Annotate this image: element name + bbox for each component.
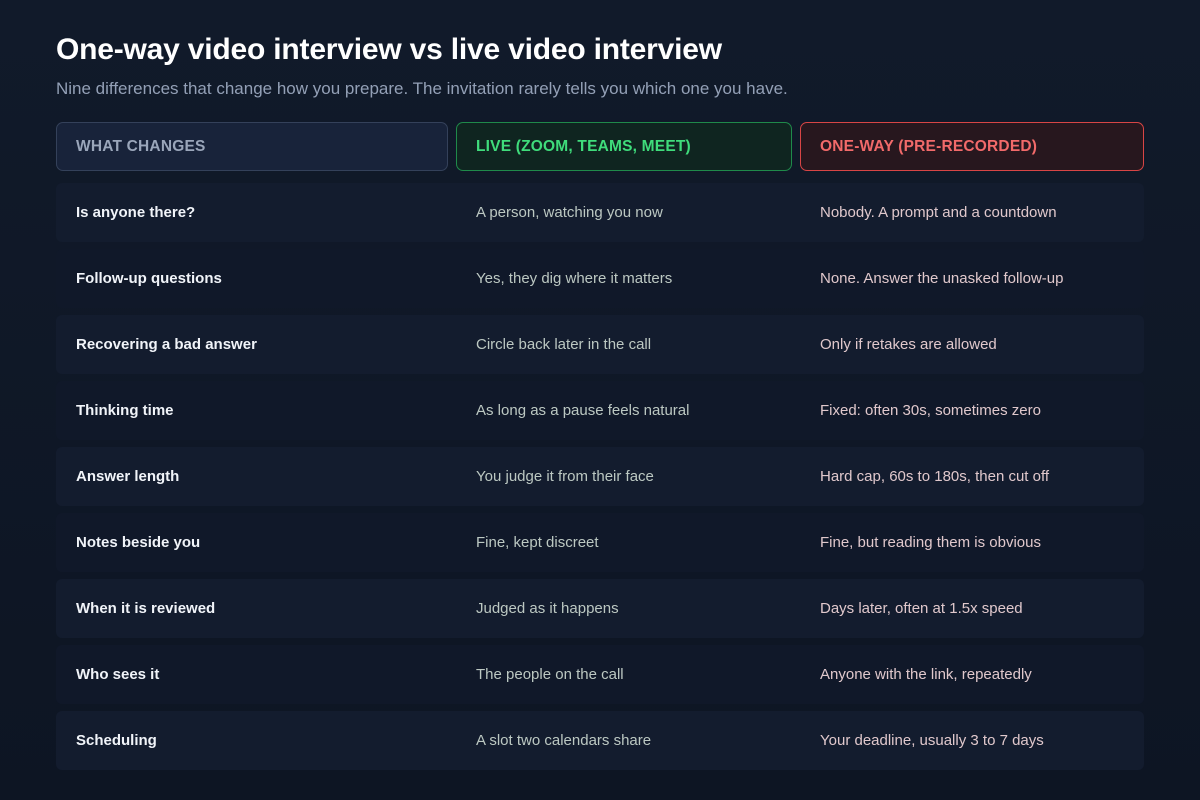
live-value: A slot two calendars share	[476, 732, 652, 749]
one-way-value: Anyone with the link, repeatedly	[820, 666, 1032, 683]
row-label: Recovering a bad answer	[76, 336, 257, 353]
live-value: You judge it from their face	[476, 468, 654, 485]
table-row: Who sees it The people on the call Anyon…	[56, 645, 1144, 704]
row-label: Who sees it	[76, 666, 160, 683]
row-label: Follow-up questions	[76, 270, 222, 287]
page-subtitle: Nine differences that change how you pre…	[56, 79, 788, 98]
comparison-table-body: Is anyone there? A person, watching you …	[56, 183, 1144, 770]
live-value: Judged as it happens	[476, 600, 619, 617]
one-way-value: Nobody. A prompt and a countdown	[820, 204, 1057, 221]
one-way-value: Only if retakes are allowed	[820, 336, 997, 353]
table-row: Follow-up questions Yes, they dig where …	[56, 249, 1144, 308]
one-way-value: Fixed: often 30s, sometimes zero	[820, 402, 1041, 419]
live-value: Fine, kept discreet	[476, 534, 599, 551]
row-label: Thinking time	[76, 402, 174, 419]
one-way-value: Hard cap, 60s to 180s, then cut off	[820, 468, 1050, 485]
table-row: Answer length You judge it from their fa…	[56, 447, 1144, 506]
row-label: Scheduling	[76, 732, 157, 749]
live-value: Circle back later in the call	[476, 336, 652, 353]
row-label: Is anyone there?	[76, 204, 196, 221]
table-row: When it is reviewed Judged as it happens…	[56, 579, 1144, 638]
one-way-value: Days later, often at 1.5x speed	[820, 600, 1023, 617]
row-label: When it is reviewed	[76, 600, 216, 617]
table-row: Recovering a bad answer Circle back late…	[56, 315, 1144, 374]
live-value: The people on the call	[476, 666, 624, 683]
header-one-way: ONE-WAY (PRE-RECORDED)	[800, 122, 1144, 171]
live-value: A person, watching you now	[476, 204, 663, 221]
one-way-value: Your deadline, usually 3 to 7 days	[820, 732, 1044, 749]
live-value: As long as a pause feels natural	[476, 402, 690, 419]
table-row: Is anyone there? A person, watching you …	[56, 183, 1144, 242]
one-way-value: None. Answer the unasked follow-up	[820, 270, 1064, 287]
comparison-page: One-way video interview vs live video in…	[56, 30, 1144, 777]
table-row: Notes beside you Fine, kept discreet Fin…	[56, 513, 1144, 572]
one-way-value: Fine, but reading them is obvious	[820, 534, 1041, 551]
table-row: Scheduling A slot two calendars share Yo…	[56, 711, 1144, 770]
row-label: Notes beside you	[76, 534, 201, 551]
table-header: WHAT CHANGES LIVE (ZOOM, TEAMS, MEET) ON…	[56, 122, 1144, 171]
header-what-changes: WHAT CHANGES	[56, 122, 448, 171]
live-value: Yes, they dig where it matters	[476, 270, 673, 287]
table-row: Thinking time As long as a pause feels n…	[56, 381, 1144, 440]
row-label: Answer length	[76, 468, 180, 485]
header-live: LIVE (ZOOM, TEAMS, MEET)	[456, 122, 792, 171]
page-title: One-way video interview vs live video in…	[56, 33, 722, 66]
